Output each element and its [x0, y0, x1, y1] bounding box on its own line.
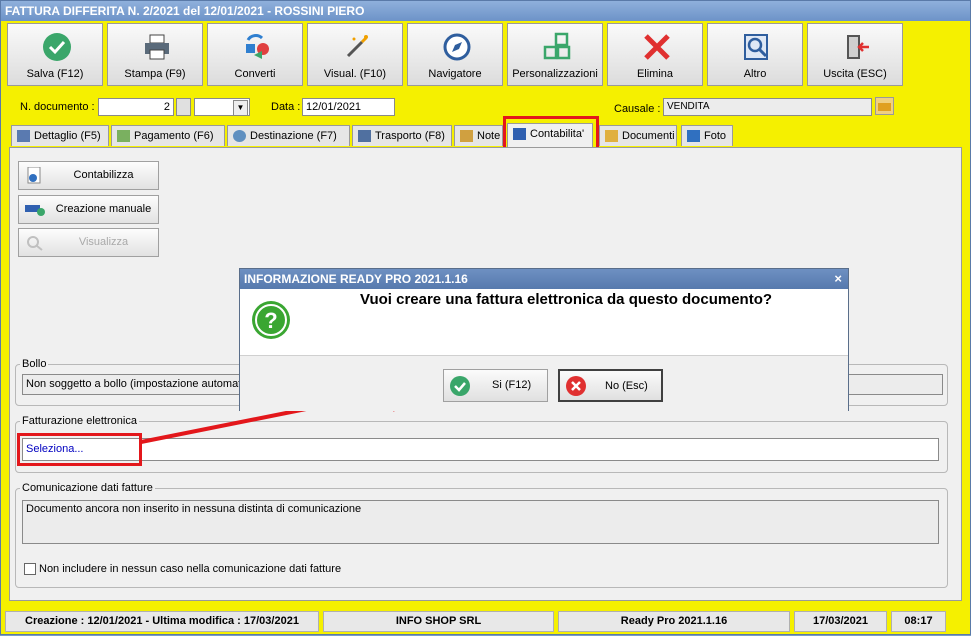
- question-icon: ?: [252, 301, 290, 339]
- dialog-message: Vuoi creare una fattura elettronica da q…: [360, 291, 773, 308]
- dialog-title: INFORMAZIONE READY PRO 2021.1.16: [240, 269, 848, 289]
- yes-label: Si (F12): [492, 379, 532, 391]
- yes-button[interactable]: Si (F12): [443, 369, 548, 402]
- no-label: No (Esc): [605, 380, 648, 392]
- no-button[interactable]: No (Esc): [558, 369, 663, 402]
- status-bar: Creazione : 12/01/2021 - Ultima modifica…: [1, 608, 970, 634]
- close-icon[interactable]: ×: [834, 271, 842, 286]
- dialog-buttons: Si (F12) No (Esc): [240, 355, 848, 411]
- info-dialog: INFORMAZIONE READY PRO 2021.1.16 × ? Vuo…: [239, 268, 849, 411]
- status-product: Ready Pro 2021.1.16: [558, 611, 790, 632]
- svg-text:?: ?: [264, 308, 277, 333]
- status-date: 17/03/2021: [794, 611, 887, 632]
- check-icon: [450, 376, 470, 396]
- status-time: 08:17: [891, 611, 946, 632]
- cancel-icon: [566, 376, 586, 396]
- main-window: FATTURA DIFFERITA N. 2/2021 del 12/01/20…: [0, 0, 971, 635]
- status-created: Creazione : 12/01/2021 - Ultima modifica…: [5, 611, 319, 632]
- status-company: INFO SHOP SRL: [323, 611, 554, 632]
